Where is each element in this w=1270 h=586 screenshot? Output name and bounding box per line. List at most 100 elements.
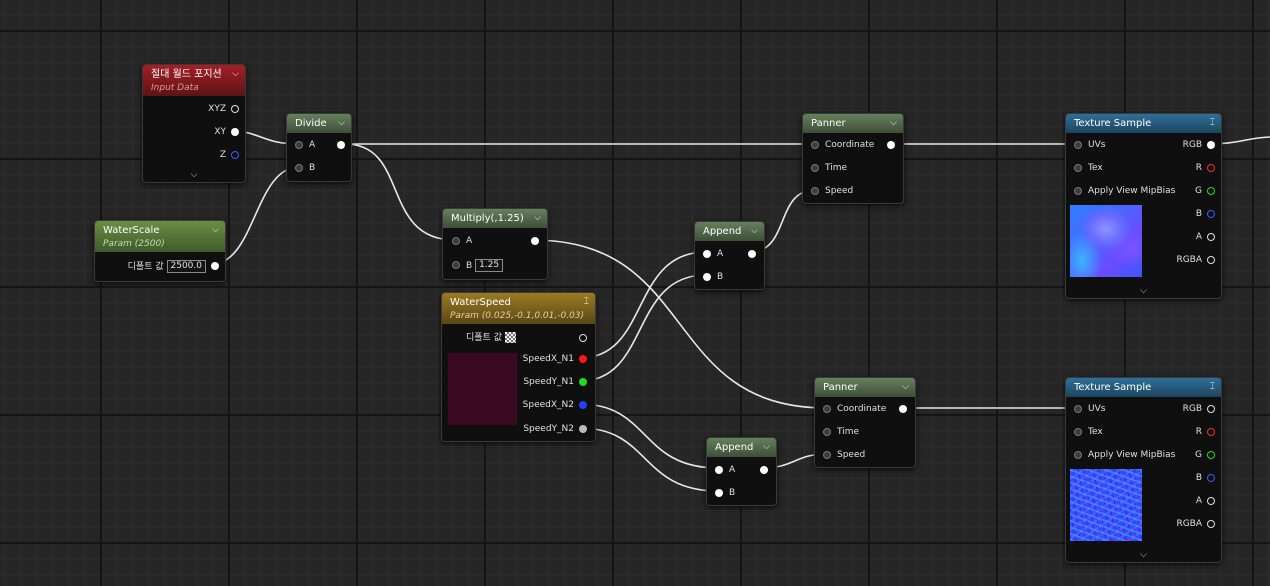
- pin-socket-icon[interactable]: [1207, 497, 1215, 505]
- pin-socket-icon[interactable]: [1207, 428, 1215, 436]
- pin-socket-icon[interactable]: [1074, 141, 1082, 149]
- output-pin-rgb[interactable]: RGB: [1183, 403, 1215, 415]
- pin-socket-icon[interactable]: [760, 466, 768, 474]
- pin-socket-icon[interactable]: [579, 401, 587, 409]
- output-pin-a[interactable]: A: [1196, 231, 1215, 243]
- pin-socket-icon[interactable]: [887, 141, 895, 149]
- input-pin-speed[interactable]: Speed: [811, 185, 853, 197]
- output-pin-rgba[interactable]: RGBA: [1176, 254, 1215, 266]
- pin-socket-icon[interactable]: [1074, 428, 1082, 436]
- pin-socket-icon[interactable]: [579, 425, 587, 433]
- chevron-down-icon[interactable]: ⌵: [751, 224, 758, 239]
- node-texture-sample-1[interactable]: Texture Sample ⌶ UVs Tex Apply View MipB…: [1065, 113, 1222, 299]
- output-pin-speedx-n1[interactable]: SpeedX_N1: [523, 353, 587, 365]
- pin-socket-icon[interactable]: [337, 141, 345, 149]
- input-pin-a[interactable]: A: [295, 139, 315, 151]
- pin-socket-icon[interactable]: [1207, 141, 1215, 149]
- node-multiply[interactable]: Multiply(,1.25) ⌵ A B 1.25: [442, 208, 548, 280]
- node-append-1[interactable]: Append ⌵ A B: [694, 221, 765, 290]
- input-pin-uvs[interactable]: UVs: [1074, 139, 1105, 151]
- chevron-up-icon[interactable]: ⌶: [1210, 380, 1215, 395]
- node-water-scale[interactable]: WaterScale Param (2500) ⌵ 디폴트 값 2500.0: [94, 220, 226, 282]
- default-value-row[interactable]: 디폴트 값: [466, 332, 516, 344]
- chevron-down-icon[interactable]: ⌵: [212, 223, 219, 238]
- node-header[interactable]: Panner ⌵: [815, 378, 915, 397]
- node-header[interactable]: Append ⌵: [695, 222, 764, 241]
- input-pin-b[interactable]: B 1.25: [452, 259, 504, 272]
- input-pin-apply-view-mipbias[interactable]: Apply View MipBias: [1074, 185, 1175, 197]
- pin-socket-icon[interactable]: [579, 334, 587, 342]
- pin-socket-icon[interactable]: [811, 187, 819, 195]
- input-pin-time[interactable]: Time: [823, 426, 859, 438]
- pin-socket-icon[interactable]: [703, 250, 711, 258]
- pin-socket-icon[interactable]: [295, 141, 303, 149]
- input-pin-b[interactable]: B: [715, 487, 735, 499]
- pin-socket-icon[interactable]: [823, 405, 831, 413]
- node-header[interactable]: WaterSpeed Param (0.025,-0.1,0.01,-0.03)…: [442, 293, 595, 324]
- input-pin-time[interactable]: Time: [811, 162, 847, 174]
- node-panner-1[interactable]: Panner ⌵ Coordinate Time Speed: [802, 113, 904, 204]
- pin-socket-icon[interactable]: [1207, 451, 1215, 459]
- pin-socket-icon[interactable]: [703, 273, 711, 281]
- output-pin-r[interactable]: R: [1196, 426, 1215, 438]
- node-absolute-world-position[interactable]: 절대 월드 포지션 Input Data ⌵ XYZ XY Z ⌵: [142, 64, 246, 183]
- pin-socket-icon[interactable]: [748, 250, 756, 258]
- output-pin-b[interactable]: B: [1196, 472, 1215, 484]
- pin-socket-icon[interactable]: [231, 151, 239, 159]
- pin-socket-icon[interactable]: [211, 262, 219, 270]
- node-header[interactable]: Append ⌵: [707, 438, 776, 457]
- output-pin-xy[interactable]: XY: [214, 126, 239, 138]
- b-value-field[interactable]: 1.25: [475, 259, 504, 272]
- output-pin-g[interactable]: G: [1195, 185, 1215, 197]
- output-pin-z[interactable]: Z: [220, 149, 239, 161]
- chevron-up-icon[interactable]: ⌶: [1210, 116, 1215, 131]
- pin-socket-icon[interactable]: [579, 355, 587, 363]
- node-header[interactable]: WaterScale Param (2500) ⌵: [95, 221, 225, 252]
- pin-socket-icon[interactable]: [715, 489, 723, 497]
- pin-socket-icon[interactable]: [1207, 187, 1215, 195]
- default-value-field[interactable]: 2500.0: [166, 260, 206, 273]
- output-pin-speedy-n1[interactable]: SpeedY_N1: [523, 376, 587, 388]
- node-append-2[interactable]: Append ⌵ A B: [706, 437, 777, 506]
- pin-socket-icon[interactable]: [823, 451, 831, 459]
- default-value-row[interactable]: 디폴트 값 2500.0: [128, 260, 219, 273]
- chevron-down-icon[interactable]: ⌵: [890, 116, 897, 131]
- node-header[interactable]: Multiply(,1.25) ⌵: [443, 209, 547, 228]
- pin-socket-icon[interactable]: [1207, 210, 1215, 218]
- output-pin-rgb[interactable]: RGB: [1183, 139, 1215, 151]
- input-pin-a[interactable]: A: [703, 248, 723, 260]
- pin-socket-icon[interactable]: [1074, 187, 1082, 195]
- pin-socket-icon[interactable]: [231, 105, 239, 113]
- chevron-down-icon[interactable]: ⌵: [763, 440, 770, 455]
- output-pin-rgba[interactable]: RGBA: [1176, 518, 1215, 530]
- input-pin-tex[interactable]: Tex: [1074, 426, 1103, 438]
- node-header[interactable]: Texture Sample ⌶: [1066, 114, 1221, 133]
- output-pin-a[interactable]: A: [1196, 495, 1215, 507]
- pin-socket-icon[interactable]: [579, 378, 587, 386]
- input-pin-a[interactable]: A: [452, 235, 472, 247]
- input-pin-b[interactable]: B: [295, 162, 315, 174]
- input-pin-coordinate[interactable]: Coordinate: [823, 403, 886, 415]
- pin-socket-icon[interactable]: [452, 237, 460, 245]
- pin-socket-icon[interactable]: [1207, 474, 1215, 482]
- pin-socket-icon[interactable]: [811, 164, 819, 172]
- node-water-speed[interactable]: WaterSpeed Param (0.025,-0.1,0.01,-0.03)…: [441, 292, 596, 442]
- chevron-down-icon[interactable]: ⌵: [534, 211, 541, 226]
- node-header[interactable]: Panner ⌵: [803, 114, 903, 133]
- pin-socket-icon[interactable]: [1207, 520, 1215, 528]
- node-texture-sample-2[interactable]: Texture Sample ⌶ UVs Tex Apply View MipB…: [1065, 377, 1222, 563]
- input-pin-uvs[interactable]: UVs: [1074, 403, 1105, 415]
- output-pin-xyz[interactable]: XYZ: [208, 103, 239, 115]
- pin-socket-icon[interactable]: [231, 128, 239, 136]
- node-header[interactable]: 절대 월드 포지션 Input Data ⌵: [143, 65, 245, 96]
- pin-socket-icon[interactable]: [452, 261, 460, 269]
- node-panner-2[interactable]: Panner ⌵ Coordinate Time Speed: [814, 377, 916, 468]
- input-pin-a[interactable]: A: [715, 464, 735, 476]
- chevron-down-icon[interactable]: ⌵: [902, 380, 909, 395]
- input-pin-coordinate[interactable]: Coordinate: [811, 139, 874, 151]
- input-pin-apply-view-mipbias[interactable]: Apply View MipBias: [1074, 449, 1175, 461]
- pin-socket-icon[interactable]: [1207, 233, 1215, 241]
- pin-socket-icon[interactable]: [1074, 405, 1082, 413]
- node-header[interactable]: Divide ⌵: [287, 114, 351, 133]
- pin-socket-icon[interactable]: [295, 164, 303, 172]
